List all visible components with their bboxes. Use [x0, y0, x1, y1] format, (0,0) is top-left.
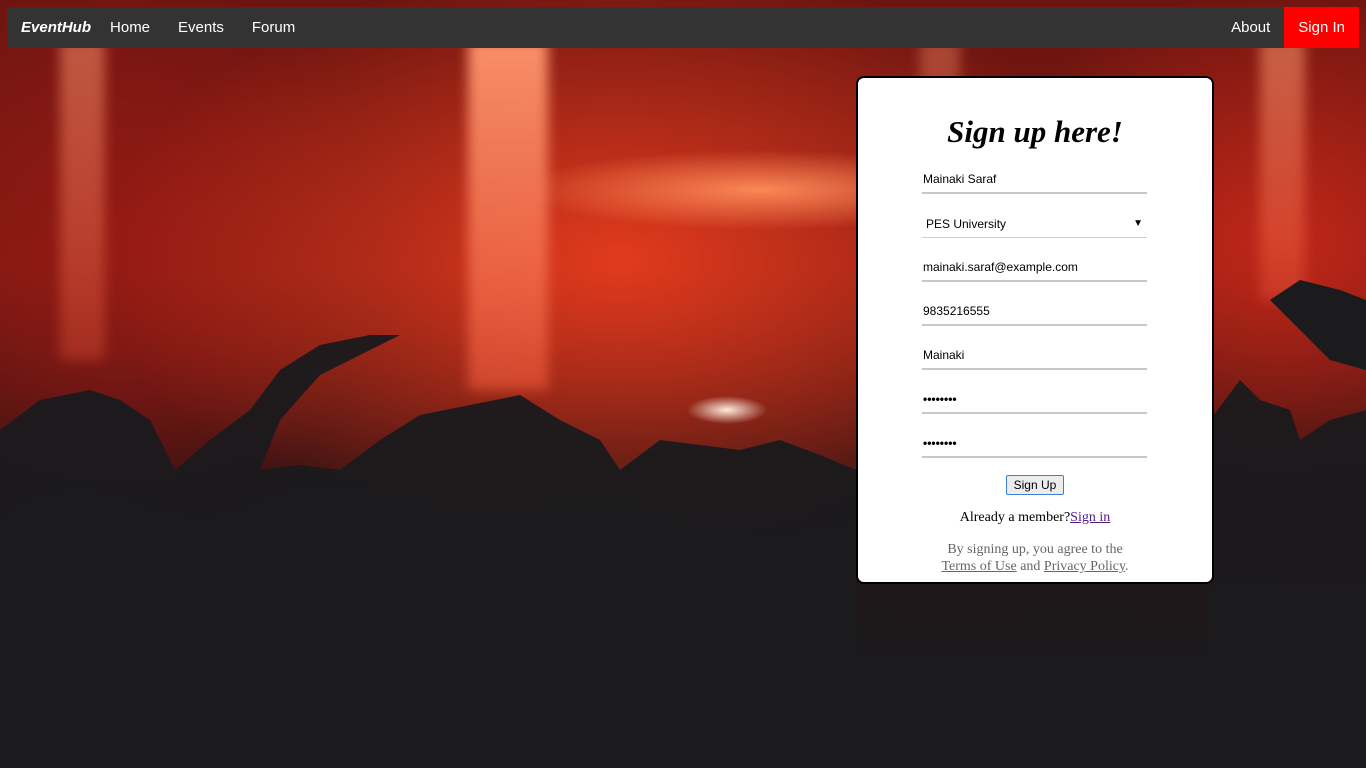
nav-right-group: About Sign In — [1217, 7, 1359, 48]
nav-about[interactable]: About — [1217, 7, 1284, 48]
terms-suffix: . — [1125, 559, 1129, 574]
signin-link[interactable]: Sign in — [1070, 510, 1110, 525]
username-field[interactable]: Mainaki — [922, 342, 1147, 370]
chevron-down-icon: ▼ — [1133, 218, 1143, 229]
brand-logo[interactable]: EventHub — [21, 19, 91, 36]
member-text: Already a member? — [959, 510, 1071, 525]
nav-forum[interactable]: Forum — [238, 7, 309, 48]
name-field[interactable]: Mainaki Saraf — [922, 166, 1147, 194]
signup-title: Sign up here! — [947, 114, 1123, 149]
member-line: Already a member?Sign in — [858, 510, 1212, 526]
nav-home[interactable]: Home — [96, 7, 164, 48]
top-navbar: EventHub Home Events Forum About Sign In — [7, 7, 1359, 48]
terms-notice: By signing up, you agree to the Terms of… — [858, 541, 1212, 575]
college-select-value: PES University — [926, 216, 1007, 231]
phone-field[interactable]: 9835216555 — [922, 298, 1147, 326]
password-field[interactable]: •••••••• — [922, 386, 1147, 414]
terms-prefix: By signing up, you agree to the — [947, 542, 1123, 557]
nav-events[interactable]: Events — [164, 7, 238, 48]
signup-card: Sign up here! Mainaki Saraf PES Universi… — [856, 76, 1214, 584]
signup-button[interactable]: Sign Up — [1006, 475, 1064, 495]
college-select[interactable]: PES University ▼ — [922, 210, 1147, 238]
confirm-password-field[interactable]: •••••••• — [922, 430, 1147, 458]
privacy-policy-link[interactable]: Privacy Policy — [1044, 559, 1125, 574]
terms-and: and — [1020, 559, 1041, 574]
terms-of-use-link[interactable]: Terms of Use — [941, 559, 1016, 574]
email-field[interactable]: mainaki.saraf@example.com — [922, 254, 1147, 282]
nav-signin-button[interactable]: Sign In — [1284, 7, 1359, 48]
